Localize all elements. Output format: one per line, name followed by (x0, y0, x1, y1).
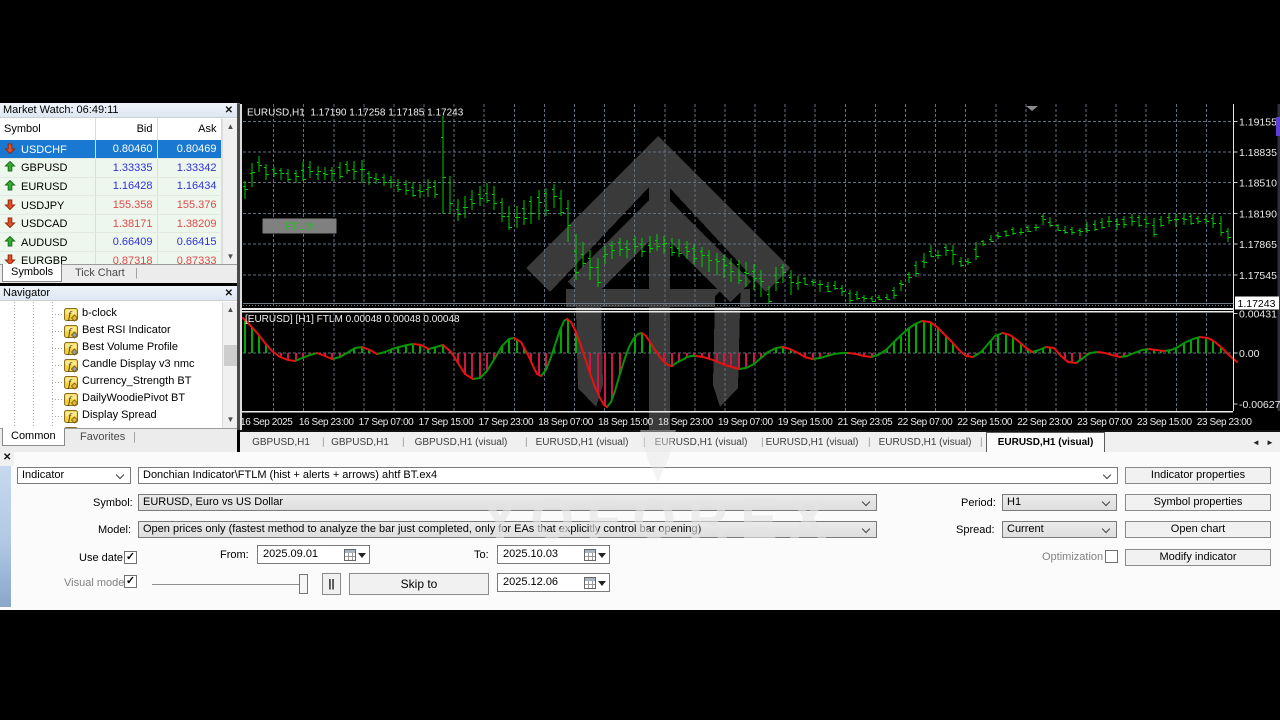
svg-text:18 Sep 15:00: 18 Sep 15:00 (598, 417, 654, 428)
svg-text:16 Sep 2025: 16 Sep 2025 (240, 417, 293, 428)
svg-text:17 Sep 15:00: 17 Sep 15:00 (419, 417, 475, 428)
svg-text:17 Sep 23:00: 17 Sep 23:00 (478, 417, 534, 428)
svg-text:1.17545: 1.17545 (1239, 270, 1277, 282)
svg-text:1.18510: 1.18510 (1239, 178, 1277, 190)
svg-text:18 Sep 07:00: 18 Sep 07:00 (538, 417, 594, 428)
svg-text:18 Sep 23:00: 18 Sep 23:00 (658, 417, 714, 428)
svg-text:1.17865: 1.17865 (1239, 239, 1277, 251)
svg-text:FTLM: FTLM (285, 221, 314, 233)
svg-text:22 Sep 15:00: 22 Sep 15:00 (957, 417, 1013, 428)
svg-text:21 Sep 23:05: 21 Sep 23:05 (838, 417, 894, 428)
svg-text:23 Sep 23:00: 23 Sep 23:00 (1197, 417, 1253, 428)
svg-text:EURUSD,H1 1.17190 1.17258 1.1: EURUSD,H1 1.17190 1.17258 1.17185 1.1724… (247, 108, 464, 119)
svg-text:23 Sep 15:00: 23 Sep 15:00 (1137, 417, 1193, 428)
svg-text:19 Sep 07:00: 19 Sep 07:00 (718, 417, 774, 428)
svg-text:1.17243: 1.17243 (1238, 298, 1276, 310)
svg-text:0.00: 0.00 (1239, 348, 1260, 360)
svg-text:23 Sep 07:00: 23 Sep 07:00 (1077, 417, 1133, 428)
svg-text:1.19155: 1.19155 (1239, 116, 1277, 128)
svg-text:17 Sep 07:00: 17 Sep 07:00 (359, 417, 415, 428)
svg-text:1.18835: 1.18835 (1239, 147, 1277, 159)
svg-text:[EURUSD] [H1] FTLM 0.00048 0.0: [EURUSD] [H1] FTLM 0.00048 0.00048 0.000… (245, 314, 460, 325)
svg-text:-0.00627: -0.00627 (1239, 399, 1280, 411)
svg-text:1.18190: 1.18190 (1239, 208, 1277, 220)
svg-text:22 Sep 23:00: 22 Sep 23:00 (1017, 417, 1073, 428)
svg-text:16 Sep 23:00: 16 Sep 23:00 (299, 417, 355, 428)
svg-text:22 Sep 07:00: 22 Sep 07:00 (898, 417, 954, 428)
svg-text:0.00431: 0.00431 (1239, 309, 1277, 321)
svg-text:19 Sep 15:00: 19 Sep 15:00 (778, 417, 834, 428)
